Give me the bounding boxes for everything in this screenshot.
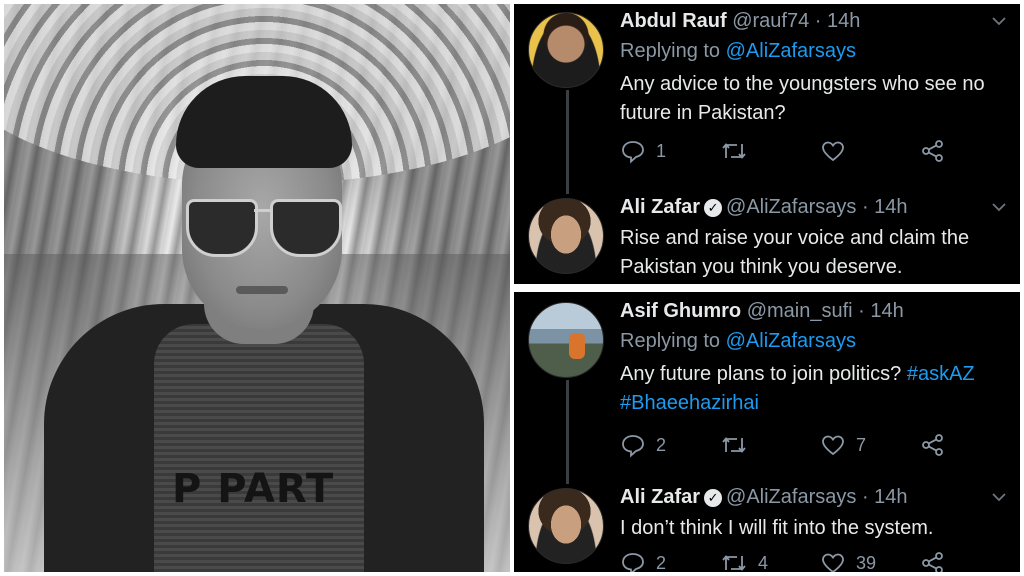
tweet-text: Any future plans to join politics? #askA… [620,360,1010,418]
retweet-icon [722,555,746,571]
reply-icon [622,553,644,572]
user-name[interactable]: Asif Ghumro [620,300,741,322]
photo-sweater [154,324,364,572]
like-count: 7 [856,434,867,455]
replying-to-line: Replying to @AliZafarsays [620,330,856,353]
separator-dot: · [858,300,865,322]
photo-hair [176,76,352,168]
tweet-asif-ghumro[interactable]: Asif Ghumro @main_sufi · 14h Replying to… [514,292,1020,478]
reply-count: 1 [656,140,667,161]
reply-button[interactable]: 2 [620,432,666,458]
replying-to-mention[interactable]: @AliZafarsays [726,330,856,352]
chevron-down-icon[interactable] [992,14,1006,28]
reply-icon [622,141,644,164]
retweet-button[interactable]: 4 [720,550,768,572]
photo-lens-right [270,199,342,257]
replying-to-mention[interactable]: @AliZafarsays [726,40,856,62]
tweet-ali-zafar-2[interactable]: Ali Zafar ✓ @AliZafarsays · 14h I don’t th… [514,484,1020,572]
retweet-button[interactable] [720,432,758,458]
tweet-text: Any advice to the youngsters who see no … [620,73,985,124]
photo-mouth [236,286,288,294]
tweet-actions: 2 7 [620,432,1000,458]
separator-dot: · [861,486,869,508]
share-button[interactable] [920,138,946,164]
tweet-header: Abdul Rauf @rauf74 · 14h [620,10,860,33]
hashtag-askaz[interactable]: #askAZ [907,363,975,385]
verified-badge-icon: ✓ [704,199,723,217]
user-handle[interactable]: @AliZafarsays [726,196,856,218]
avatar-ali-zafar[interactable] [528,488,604,564]
share-button[interactable] [920,550,946,572]
like-icon [822,435,844,456]
avatar-asif-ghumro[interactable] [528,302,604,378]
share-icon [922,434,943,456]
user-name[interactable]: Ali Zafar [620,196,700,218]
tweet-text: Rise and raise your voice and claim the … [620,227,970,278]
tweet-header: Ali Zafar ✓ @AliZafarsays · 14h [620,486,908,509]
photo-sunglasses [186,199,342,259]
avatar-abdul-rauf[interactable] [528,12,604,88]
separator-dot: · [814,10,822,32]
profile-photo: P PART [4,4,510,572]
share-icon [922,552,943,572]
like-icon [822,141,844,162]
tweet-text-plain: Any future plans to join politics? [620,363,902,385]
reply-button[interactable]: 2 [620,550,666,572]
reply-icon [622,435,644,458]
retweet-count: 4 [758,552,769,573]
tweet-header: Ali Zafar ✓ @AliZafarsays · 14h [620,196,908,219]
user-handle[interactable]: @AliZafarsays [726,486,856,508]
photo-lens-left [186,199,258,257]
retweet-button[interactable] [720,138,758,164]
reply-count: 2 [656,434,667,455]
reply-count: 2 [656,552,667,573]
tweet-time[interactable]: 14h [874,486,907,508]
tweet-time[interactable]: 14h [870,300,903,322]
replying-to-line: Replying to @AliZafarsays [620,40,856,63]
reply-button[interactable]: 1 [620,138,666,164]
share-icon [922,140,943,162]
like-button[interactable]: 7 [820,432,866,458]
replying-to-label: Replying to [620,40,721,62]
chevron-down-icon[interactable] [992,200,1006,214]
verified-badge-icon: ✓ [704,489,723,507]
tweet-header: Asif Ghumro @main_sufi · 14h [620,300,904,323]
tweet-text: I don’t think I will fit into the system… [620,517,934,539]
tweet-ali-zafar-1[interactable]: Ali Zafar ✓ @AliZafarsays · 14h Rise and r… [514,194,1020,284]
like-icon [822,553,844,572]
user-name[interactable]: Abdul Rauf [620,10,727,32]
photo-sweater-print: P PART [172,466,335,512]
tweet-time[interactable]: 14h [874,196,907,218]
separator-dot: · [861,196,869,218]
user-handle[interactable]: @main_sufi [747,300,853,322]
chevron-down-icon[interactable] [992,490,1006,504]
replying-to-label: Replying to [620,330,721,352]
share-button[interactable] [920,432,946,458]
tweet-actions: 2 4 39 [620,550,1000,572]
like-button[interactable] [820,138,856,164]
tweet-time[interactable]: 14h [827,10,860,32]
like-count: 39 [856,552,877,573]
tweets-panel: Abdul Rauf @rauf74 · 14h Replying to @Al… [514,4,1020,572]
retweet-icon [722,143,746,159]
user-name[interactable]: Ali Zafar [620,486,700,508]
tweet-thread-1: Abdul Rauf @rauf74 · 14h Replying to @Al… [514,4,1020,284]
tweet-actions: 1 [620,138,1000,164]
tweet-abdul-rauf[interactable]: Abdul Rauf @rauf74 · 14h Replying to @Al… [514,4,1020,190]
avatar-ali-zafar[interactable] [528,198,604,274]
retweet-icon [722,437,746,453]
user-handle[interactable]: @rauf74 [732,10,809,32]
like-button[interactable]: 39 [820,550,876,572]
hashtag-bhaeehazirhai[interactable]: #Bhaeehazirhai [620,392,759,414]
tweet-thread-2: Asif Ghumro @main_sufi · 14h Replying to… [514,292,1020,572]
